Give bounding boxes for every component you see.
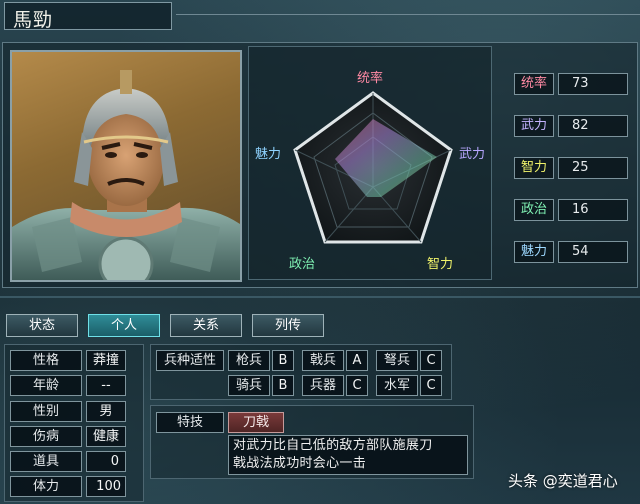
gender-value: 男: [86, 401, 126, 422]
gender-label: 性别: [10, 401, 82, 422]
tab-status[interactable]: 状态: [6, 314, 78, 337]
spear-value: B: [272, 350, 294, 371]
tab-relations[interactable]: 关系: [170, 314, 242, 337]
portrait-image: [12, 70, 240, 280]
section-divider: [0, 296, 640, 298]
officer-name: 馬勁: [13, 9, 54, 31]
skill-desc-line-2: 戟战法成功时会心一击: [233, 456, 367, 471]
stat-label: 智力: [514, 157, 554, 179]
stat-label: 魅力: [514, 241, 554, 263]
halberd-value: A: [346, 350, 368, 371]
siege-value: C: [346, 375, 368, 396]
age-value: --: [86, 375, 126, 396]
item-label: 道具: [10, 451, 82, 472]
tab-biography[interactable]: 列传: [252, 314, 324, 337]
injury-label: 伤病: [10, 426, 82, 447]
stat-value: 25: [558, 157, 628, 179]
stamina-label: 体力: [10, 476, 82, 497]
radar-label-war: 武力: [459, 147, 486, 162]
injury-value: 健康: [86, 426, 126, 447]
skill-description: 对武力比自己低的敌方部队施展刀 戟战法成功时会心一击: [228, 435, 468, 475]
stat-value: 73: [558, 73, 628, 95]
skill-name[interactable]: 刀戟: [228, 412, 284, 433]
navy-label: 水军: [376, 375, 418, 396]
stat-label: 统率: [514, 73, 554, 95]
stat-value: 16: [558, 199, 628, 221]
cavalry-label: 骑兵: [228, 375, 270, 396]
header-divider: [176, 14, 640, 15]
officer-portrait: [10, 50, 242, 282]
stamina-value: 100: [86, 476, 126, 497]
spear-label: 枪兵: [228, 350, 270, 371]
halberd-label: 戟兵: [302, 350, 344, 371]
radar-label-cha: 魅力: [255, 147, 282, 162]
item-value: 0: [86, 451, 126, 472]
aptitude-title: 兵种适性: [156, 350, 224, 371]
officer-name-box: 馬勁: [4, 2, 172, 31]
radar-label-pol: 政治: [289, 257, 316, 272]
personality-label: 性格: [10, 350, 82, 371]
bow-value: C: [420, 350, 442, 371]
bow-label: 弩兵: [376, 350, 418, 371]
stat-label: 武力: [514, 115, 554, 137]
stat-value: 82: [558, 115, 628, 137]
skill-title: 特技: [156, 412, 224, 433]
watermark: 头条 @奕道君心: [508, 472, 618, 490]
ability-radar-panel: 统率 武力 智力 政治 魅力: [248, 46, 492, 280]
stat-label: 政治: [514, 199, 554, 221]
tab-personal[interactable]: 个人: [88, 314, 160, 337]
stat-value: 54: [558, 241, 628, 263]
radar-label-lead: 统率: [357, 71, 384, 86]
skill-desc-line-1: 对武力比自己低的敌方部队施展刀: [233, 438, 433, 453]
siege-label: 兵器: [302, 375, 344, 396]
age-label: 年龄: [10, 375, 82, 396]
navy-value: C: [420, 375, 442, 396]
cavalry-value: B: [272, 375, 294, 396]
personality-value: 莽撞: [86, 350, 126, 371]
radar-label-int: 智力: [427, 257, 454, 272]
